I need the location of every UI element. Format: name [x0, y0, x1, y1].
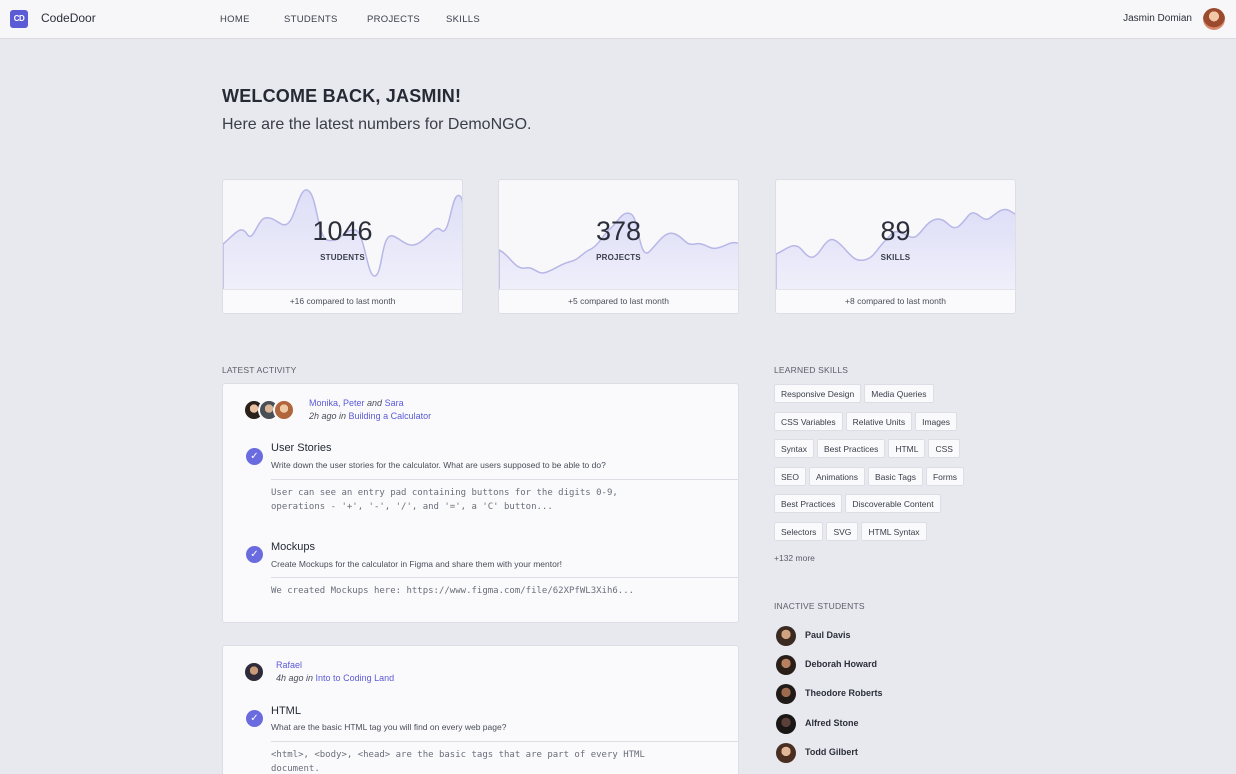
activity-people[interactable]: Rafael	[276, 660, 302, 670]
people-names[interactable]: Monika, Peter	[309, 398, 365, 408]
page-subtitle: Here are the latest numbers for DemoNGO.	[222, 116, 532, 133]
skill-tag[interactable]: CSS	[928, 439, 960, 459]
nav-home[interactable]: HOME	[220, 14, 250, 25]
task-title[interactable]: User Stories	[271, 442, 332, 454]
and-text: and	[367, 398, 383, 408]
more-skills-link[interactable]: +132 more	[774, 553, 815, 563]
activity-card: Rafael 4h ago in Into to Coding Land ✓ H…	[222, 645, 739, 774]
skill-tag-list: Responsive Design Media Queries CSS Varia…	[774, 384, 1024, 550]
stat-card-students[interactable]: 1046 STUDENTS +16 compared to last month	[222, 179, 463, 314]
nav-projects[interactable]: PROJECTS	[367, 14, 420, 25]
skill-tag[interactable]: Images	[915, 411, 957, 431]
skill-tag[interactable]: Basic Tags	[868, 466, 923, 486]
avatar[interactable]	[243, 661, 265, 683]
activity-time: 2h ago in	[309, 411, 349, 421]
student-name: Paul Davis	[805, 630, 851, 640]
project-link[interactable]: Building a Calculator	[349, 411, 432, 421]
student-name: Alfred Stone	[805, 718, 859, 728]
stat-label: SKILLS	[880, 253, 911, 262]
top-navbar: CD CodeDoor HOME STUDENTS PROJECTS SKILL…	[0, 0, 1236, 39]
task-description: What are the basic HTML tag you will fin…	[271, 722, 507, 732]
inactive-students-heading: INACTIVE STUDENTS	[774, 601, 865, 611]
avatar[interactable]	[273, 399, 295, 421]
task-answer: <html>, <body>, <head> are the basic tag…	[271, 741, 738, 774]
stat-footer: +16 compared to last month	[223, 289, 462, 313]
avatar	[776, 714, 796, 734]
activity-people[interactable]: Monika, Peter and Sara	[309, 398, 404, 408]
stat-footer: +5 compared to last month	[499, 289, 738, 313]
avatar	[776, 655, 796, 675]
people-last[interactable]: Sara	[385, 398, 404, 408]
logo-icon[interactable]: CD	[10, 10, 28, 28]
skill-tag[interactable]: HTML	[888, 439, 926, 459]
skill-tag[interactable]: Discoverable Content	[845, 494, 941, 514]
nav-students[interactable]: STUDENTS	[284, 14, 338, 25]
stat-value: 89	[880, 216, 911, 246]
task-title[interactable]: HTML	[271, 705, 301, 717]
skill-tag[interactable]: Selectors	[774, 521, 824, 541]
skill-tag[interactable]: Relative Units	[845, 411, 913, 431]
task-answer: We created Mockups here: https://www.fig…	[271, 577, 738, 617]
skill-tag[interactable]: CSS Variables	[774, 411, 843, 431]
avatar	[776, 626, 796, 646]
stat-label: PROJECTS	[596, 253, 641, 262]
student-name: Todd Gilbert	[805, 747, 858, 757]
avatar	[776, 684, 796, 704]
activity-meta: 4h ago in Into to Coding Land	[276, 673, 394, 683]
skill-tag[interactable]: SEO	[774, 466, 806, 486]
skill-tag[interactable]: Forms	[925, 466, 965, 486]
skill-tag[interactable]: Responsive Design	[774, 384, 862, 403]
skill-tag[interactable]: Syntax	[774, 439, 814, 459]
student-name: Deborah Howard	[805, 659, 878, 669]
stat-label: STUDENTS	[320, 253, 365, 262]
nav-skills[interactable]: SKILLS	[446, 14, 480, 25]
stat-value: 378	[595, 216, 642, 246]
skill-tag[interactable]: SVG	[826, 521, 859, 541]
check-icon: ✓	[246, 448, 263, 465]
skill-tag[interactable]: HTML Syntax	[861, 521, 927, 541]
skill-tag[interactable]: Animations	[808, 466, 866, 486]
student-name: Theodore Roberts	[805, 688, 883, 698]
stat-card-skills[interactable]: 89 SKILLS +8 compared to last month	[775, 179, 1016, 314]
avatar	[776, 743, 796, 763]
activity-meta: 2h ago in Building a Calculator	[309, 411, 431, 421]
check-icon: ✓	[246, 546, 263, 563]
stat-footer: +8 compared to last month	[776, 289, 1015, 313]
brand-name[interactable]: CodeDoor	[41, 11, 96, 25]
skill-tag[interactable]: Best Practices	[774, 494, 843, 514]
task-description: Create Mockups for the calculator in Fig…	[271, 559, 563, 569]
task-description: Write down the user stories for the calc…	[271, 460, 606, 470]
user-avatar[interactable]	[1203, 8, 1225, 30]
activity-card: Monika, Peter and Sara 2h ago in Buildin…	[222, 383, 739, 623]
skill-tag[interactable]: Media Queries	[864, 384, 934, 403]
page-title: WELCOME BACK, JASMIN!	[222, 86, 462, 106]
task-answer: User can see an entry pad containing but…	[271, 479, 738, 524]
project-link[interactable]: Into to Coding Land	[316, 673, 395, 683]
user-name[interactable]: Jasmin Domian	[1123, 13, 1192, 24]
stat-card-projects[interactable]: 378 PROJECTS +5 compared to last month	[498, 179, 739, 314]
task-title[interactable]: Mockups	[271, 541, 315, 553]
check-icon: ✓	[246, 710, 263, 727]
skill-tag[interactable]: Best Practices	[817, 439, 886, 459]
learned-skills-heading: LEARNED SKILLS	[774, 365, 849, 375]
stat-value: 1046	[312, 216, 373, 246]
latest-activity-heading: LATEST ACTIVITY	[222, 365, 297, 375]
activity-time: 4h ago in	[276, 673, 316, 683]
